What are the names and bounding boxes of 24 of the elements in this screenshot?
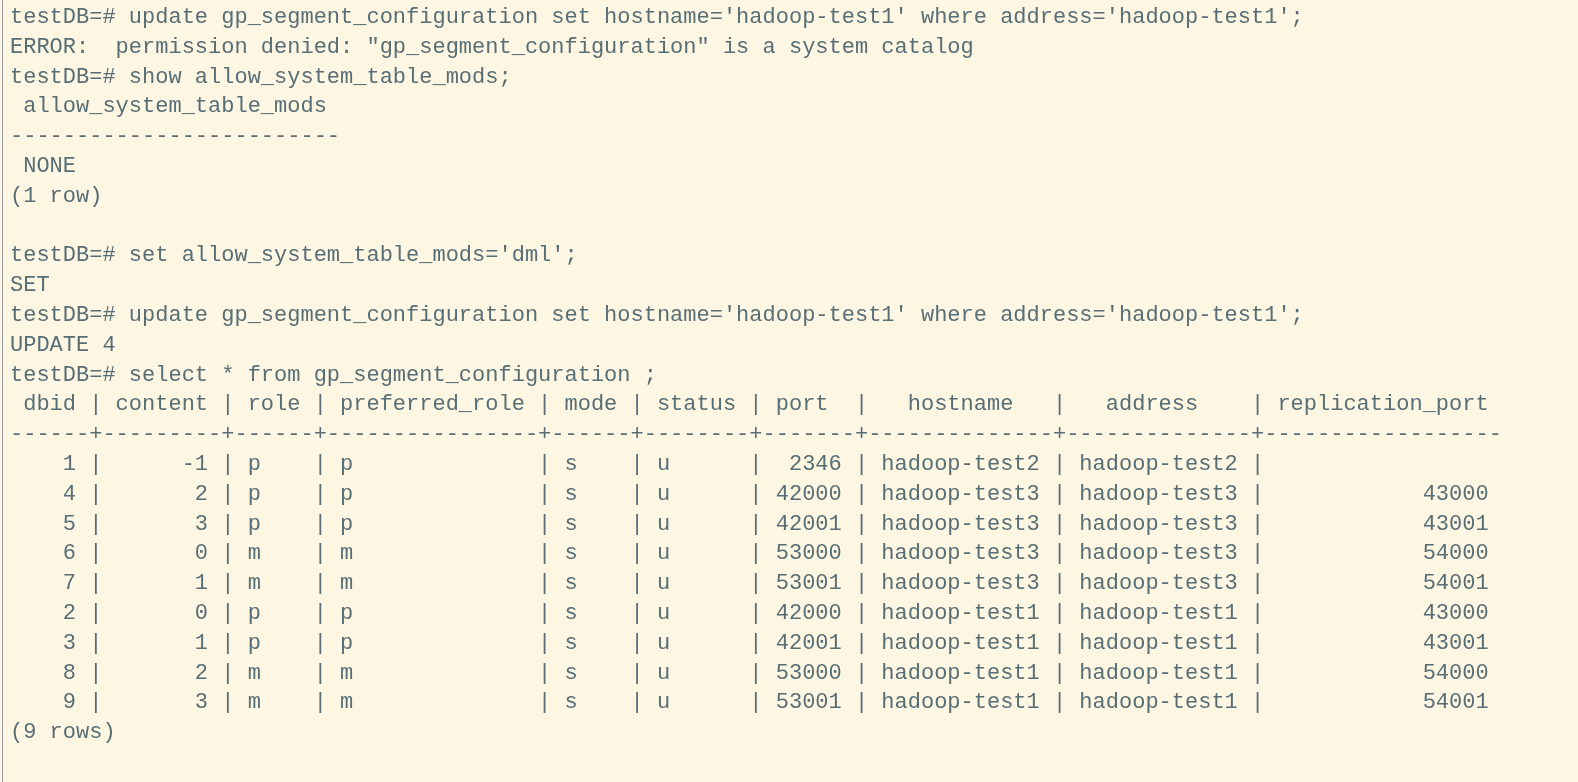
terminal-line: 6 | 0 | m | m | s | u | 53000 | hadoop-test3 | hadoop-test3 | 54000 bbox=[61, 541, 1489, 567]
terminal-line: 8 | 2 | m | m | s | u | 53000 | hadoop-test1 | hadoop-test1 | 54000 bbox=[61, 660, 1489, 686]
terminal-line: 1 | -1 | p | p | s | u | 2346 | hadoop-test2 | hadoop-test2 | bbox=[61, 451, 1265, 477]
terminal-line: 4 | 2 | p | p | s | u | 42000 | hadoop-test3 | hadoop-test3 | 43000 bbox=[61, 481, 1489, 507]
terminal-line: ------+---------+------+----------------+------+--------+-------+--------------+--------------+------------------ bbox=[10, 422, 1502, 448]
terminal-line: testDB=# select * from gp_segment_configuration ; bbox=[10, 362, 657, 388]
terminal-line: (9 rows) bbox=[10, 720, 116, 746]
terminal-line: 9 | 3 | m | m | s | u | 53001 | hadoop-test1 | hadoop-test1 | 54001 bbox=[61, 690, 1489, 716]
terminal-line: 3 | 1 | p | p | s | u | 42001 | hadoop-test1 | hadoop-test1 | 43001 bbox=[61, 630, 1489, 656]
terminal-line: dbid | content | role | preferred_role | mode | status | port | hostname | address | replication_port bbox=[22, 392, 1489, 418]
terminal-line: ERROR: permission denied: "gp_segment_configuration" is a system catalog bbox=[10, 34, 974, 60]
terminal-line: (1 row) bbox=[10, 183, 103, 209]
terminal-line: testDB=# update gp_segment_configuration set hostname='hadoop-test1' where address='hadoop-test1'; bbox=[10, 5, 1304, 30]
terminal-line: 5 | 3 | p | p | s | u | 42001 | hadoop-test3 | hadoop-test3 | 43001 bbox=[61, 511, 1489, 537]
terminal-line: 2 | 0 | p | p | s | u | 42000 | hadoop-test1 | hadoop-test1 | 43000 bbox=[61, 600, 1489, 626]
terminal-line: testDB=# update gp_segment_configuration set hostname='hadoop-test1' where address='hadoop-test1'; bbox=[10, 302, 1304, 328]
terminal-line: ------------------------- bbox=[10, 124, 341, 150]
terminal-line: UPDATE 4 bbox=[10, 332, 116, 358]
terminal-line: NONE bbox=[22, 154, 76, 179]
terminal-line: SET bbox=[10, 273, 50, 299]
terminal-line: testDB=# show allow_system_table_mods; bbox=[10, 64, 512, 90]
terminal-line: testDB=# set allow_system_table_mods='dml'; bbox=[10, 243, 578, 269]
terminal-line: 7 | 1 | m | m | s | u | 53001 | hadoop-test3 | hadoop-test3 | 54001 bbox=[61, 571, 1489, 597]
terminal-line: allow_system_table_mods bbox=[22, 94, 327, 120]
